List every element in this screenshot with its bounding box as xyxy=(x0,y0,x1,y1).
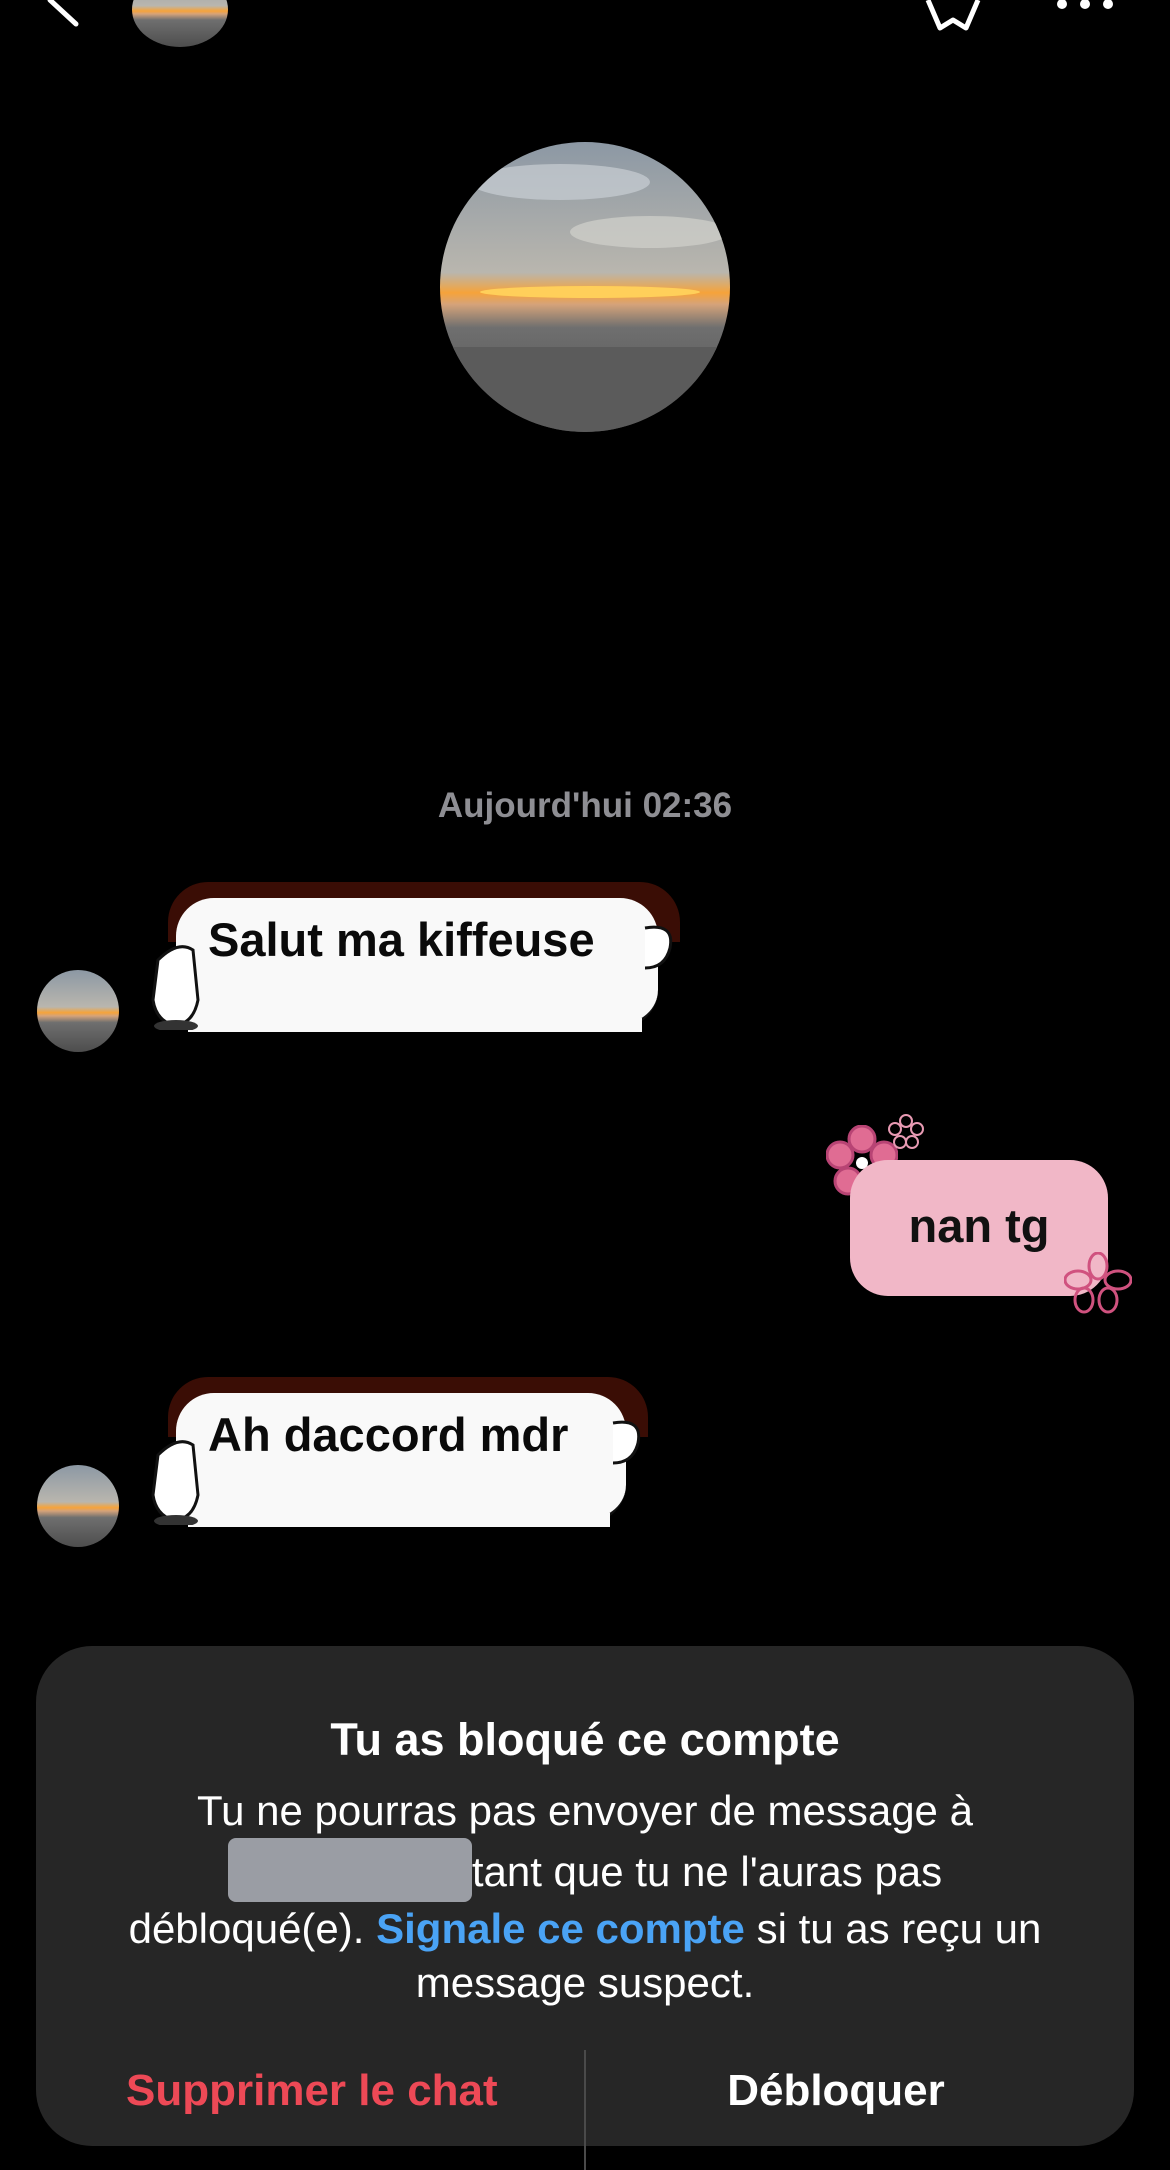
conversation-timestamp: Aujourd'hui 02:36 xyxy=(437,786,733,825)
back-chevron-icon[interactable] xyxy=(40,0,90,30)
redacted-username xyxy=(227,1838,472,1902)
blocked-account-panel: Tu as bloqué ce compte Tu ne pourras pas… xyxy=(36,1646,1134,2170)
flower-small-icon xyxy=(888,1114,924,1150)
sender-avatar[interactable] xyxy=(37,970,119,1052)
profile-avatar[interactable] xyxy=(440,142,730,432)
ear-sticker-icon xyxy=(608,1413,648,1473)
blocked-title: Tu as bloqué ce compte xyxy=(330,1714,840,1765)
delete-chat-button[interactable]: Supprimer le chat xyxy=(126,2066,498,2116)
sender-avatar[interactable] xyxy=(37,1465,119,1547)
message-bubble-incoming[interactable]: Salut ma kiffeuse xyxy=(151,882,680,1032)
blocked-message-part1: Tu ne pourras pas envoyer de message à xyxy=(197,1787,973,1834)
message-bubble-incoming[interactable]: Ah daccord mdr xyxy=(151,1377,648,1527)
action-divider xyxy=(584,2050,586,2170)
message-text: Ah daccord mdr xyxy=(208,1408,569,1461)
header-avatar[interactable] xyxy=(132,0,228,47)
star-icon[interactable] xyxy=(918,0,988,36)
report-account-link[interactable]: Signale ce compte xyxy=(376,1905,745,1952)
unblock-button[interactable]: Débloquer xyxy=(676,2066,996,2116)
message-text: Salut ma kiffeuse xyxy=(208,913,595,966)
more-options-icon[interactable] xyxy=(1050,0,1120,14)
flower-icon xyxy=(1063,1251,1133,1314)
ear-sticker-icon xyxy=(640,918,680,978)
blocked-message: Tu ne pourras pas envoyer de message à t… xyxy=(126,1784,1044,2010)
message-text: nan tg xyxy=(908,1199,1050,1252)
